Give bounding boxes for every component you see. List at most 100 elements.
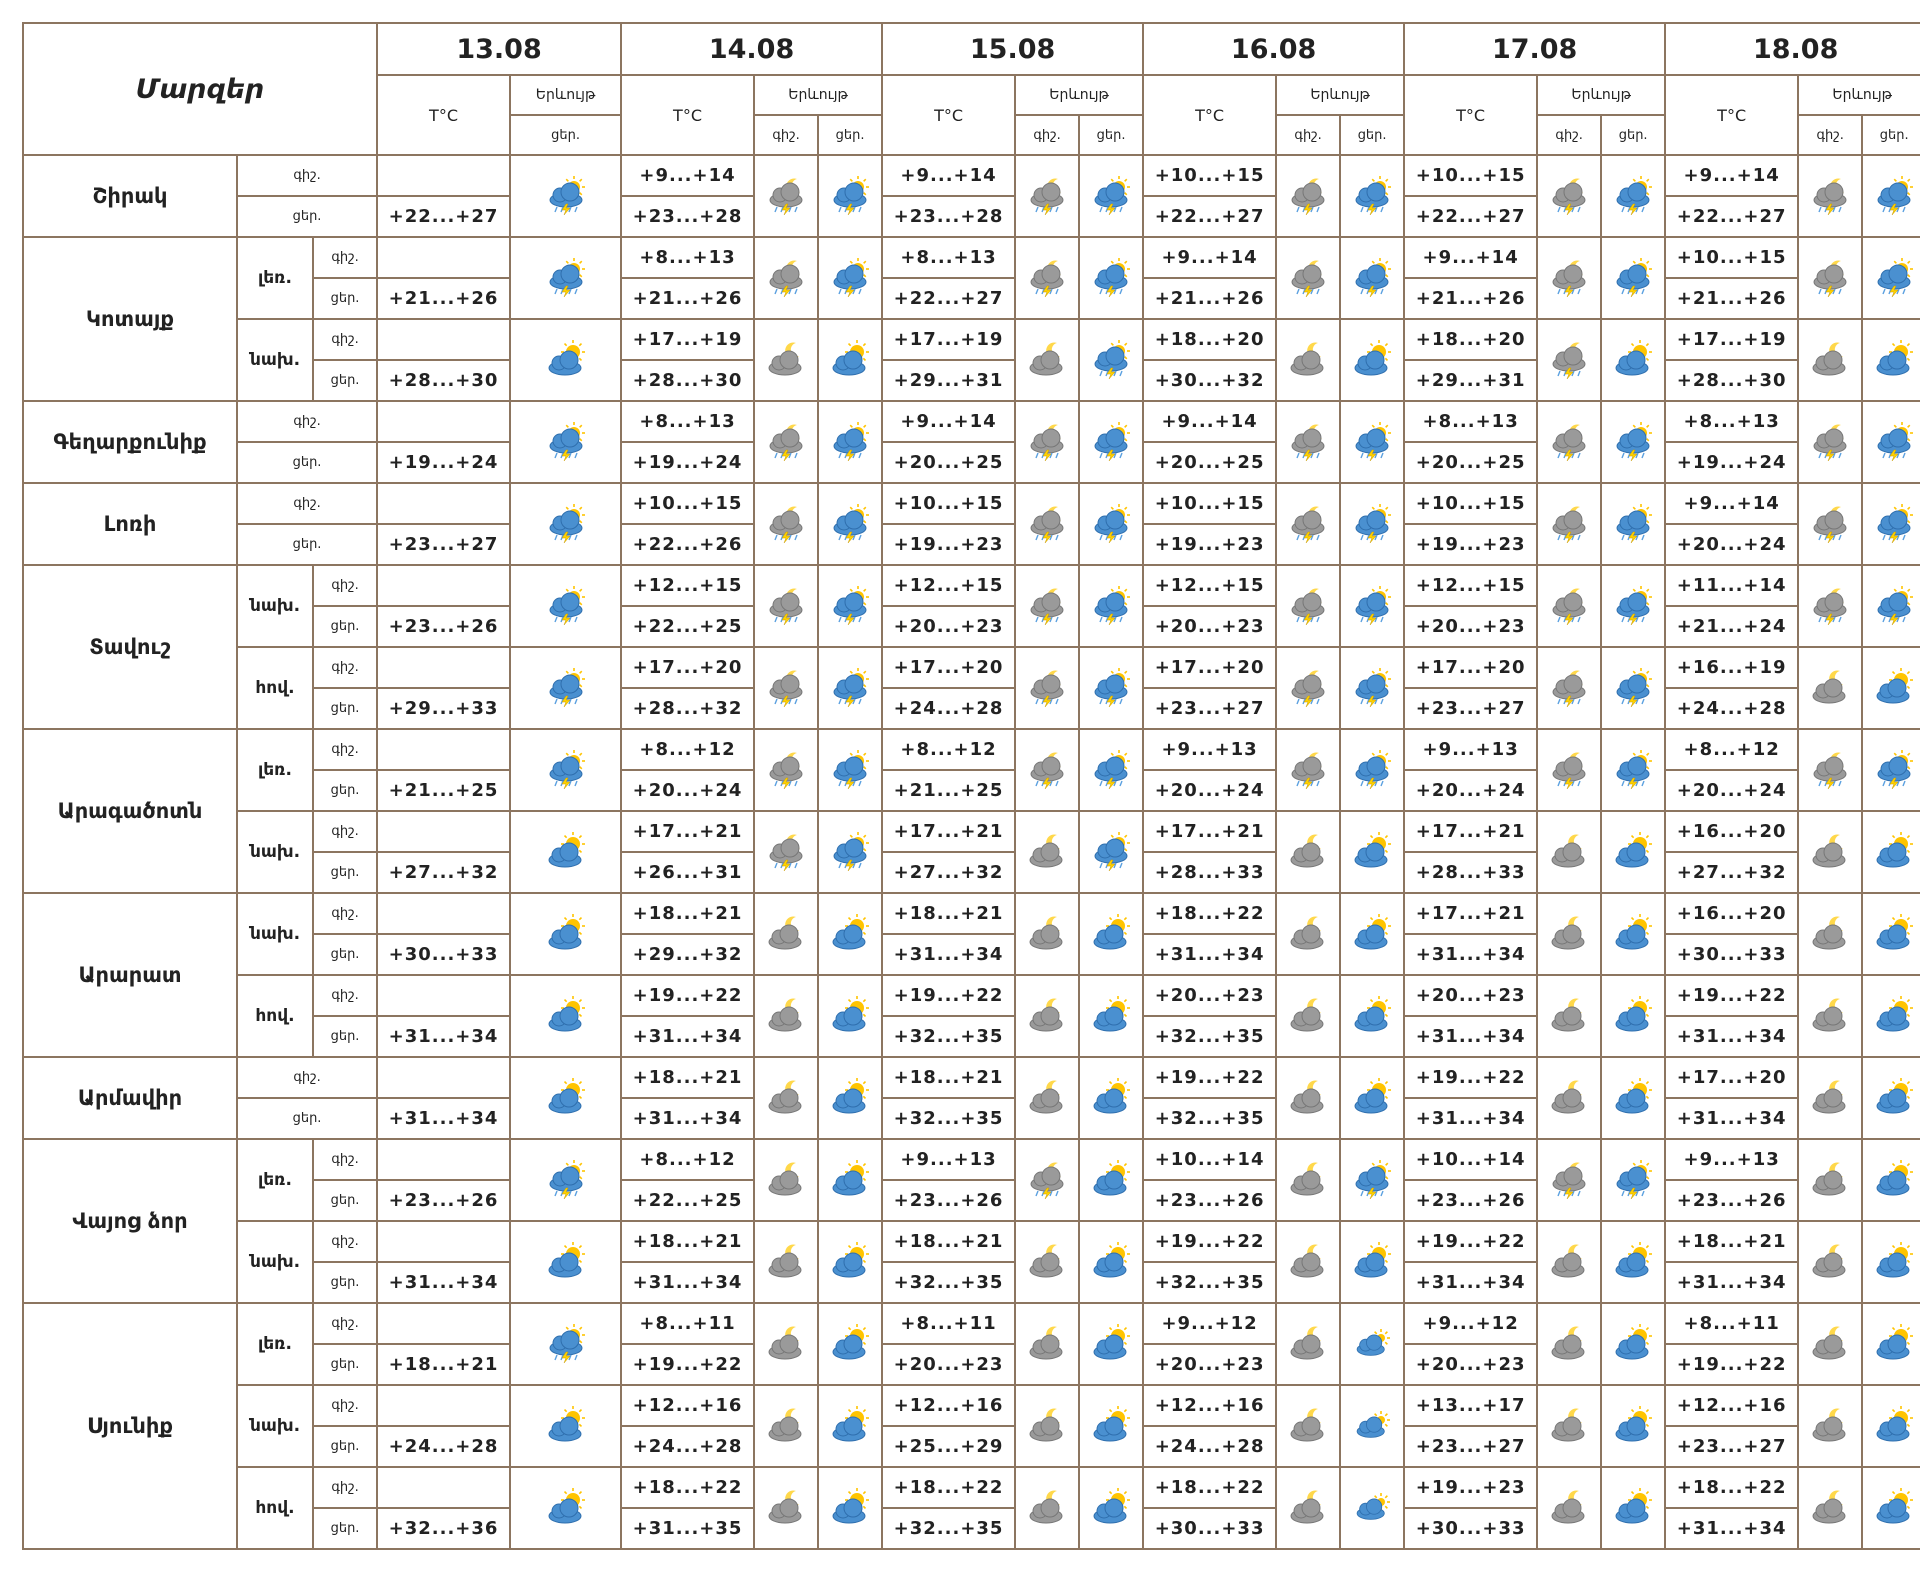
- temperature-cell: +12...+16: [1664, 1384, 1800, 1427]
- temperature-cell: +17...+20: [1142, 646, 1278, 689]
- weather-icon-cell: [1797, 236, 1864, 320]
- weather-icon-cell: [1275, 1056, 1342, 1140]
- temperature-cell: +31...+35: [620, 1507, 756, 1550]
- day-subheader: ցեր.: [1600, 114, 1667, 156]
- temperature-cell: +20...+23: [1142, 1343, 1278, 1386]
- temperature-cell: +12...+16: [881, 1384, 1017, 1427]
- night-label: գիշ.: [311, 646, 379, 689]
- temp-column-header: T°C: [1403, 74, 1539, 156]
- temperature-cell: +17...+21: [881, 810, 1017, 853]
- table-row: Շիրակ գիշ. +9...+14 +9...+14 +10...+15 +10...…: [22, 154, 1920, 238]
- region-name: Տավուշ: [22, 564, 238, 730]
- cloud-sun-icon: [1871, 1324, 1917, 1364]
- temperature-cell: [376, 892, 512, 935]
- weather-icon-cell: [1078, 564, 1145, 648]
- day-label: ցեր.: [235, 441, 379, 484]
- night-subheader: գիշ.: [1275, 114, 1342, 156]
- weather-icon-cell: [817, 564, 884, 648]
- cloud-moon-icon: [1024, 1488, 1070, 1528]
- temperature-cell: +32...+35: [1142, 1261, 1278, 1304]
- weather-icon-cell: [817, 400, 884, 484]
- cloud-sun-icon: [827, 1160, 873, 1200]
- day-subheader: ցեր.: [1861, 114, 1920, 156]
- temperature-cell: +18...+21: [620, 1056, 756, 1099]
- temperature-cell: +8...+13: [881, 236, 1017, 279]
- zone-label: նախ.: [236, 318, 314, 402]
- temperature-cell: +19...+23: [1403, 523, 1539, 566]
- night-label: գիշ.: [235, 154, 379, 197]
- cloud-moon-icon: [1024, 914, 1070, 954]
- weather-icon-cell: [1861, 318, 1920, 402]
- temperature-cell: +8...+13: [1403, 400, 1539, 443]
- storm-day-icon: [827, 422, 873, 462]
- storm-night-icon: [1285, 668, 1331, 708]
- temperature-cell: +22...+27: [1664, 195, 1800, 238]
- regions-header: Մարզեր: [21, 22, 379, 156]
- storm-day-icon: [543, 504, 589, 544]
- temperature-cell: +12...+15: [620, 564, 756, 607]
- temperature-cell: +29...+33: [376, 687, 512, 730]
- zone-label: հով.: [236, 974, 314, 1058]
- weather-icon-cell: [1339, 564, 1406, 648]
- table-row: Տավուշ նախ. գիշ. +12...+15 +12...+15 +12...+1…: [22, 564, 1920, 730]
- weather-icon-cell: [1600, 974, 1667, 1058]
- temperature-cell: +31...+34: [620, 1261, 756, 1304]
- temperature-cell: +18...+22: [1142, 1466, 1278, 1509]
- weather-icon-cell: [1014, 1056, 1081, 1140]
- cloud-moon-icon: [1285, 996, 1331, 1036]
- weather-icon-cell: [1600, 1138, 1667, 1222]
- weather-icon-cell: [509, 400, 623, 484]
- weather-icon-cell: [1078, 1220, 1145, 1304]
- region-name: Լոռի: [22, 482, 238, 566]
- cloud-sun-icon: [1349, 1242, 1395, 1282]
- weather-icon-cell: [1536, 1220, 1603, 1304]
- table-row: հով. գիշ. +18...+22 +18...+22 +18...+22 +19..…: [23, 1466, 1920, 1550]
- temperature-cell: +21...+24: [1664, 605, 1800, 648]
- storm-night-icon: [763, 668, 809, 708]
- cloud-moon-icon: [763, 1160, 809, 1200]
- date-header: 13.08: [376, 22, 623, 76]
- cloud-moon-icon: [1807, 1078, 1853, 1118]
- temperature-cell: +20...+24: [1664, 523, 1800, 566]
- temperature-cell: +23...+26: [1664, 1179, 1800, 1222]
- weather-icon-cell: [509, 1466, 623, 1550]
- night-label: գիշ.: [311, 318, 379, 361]
- cloud-sun-icon: [827, 1406, 873, 1446]
- table-row: Կոտայք լեռ. գիշ. +8...+13 +8...+13 +9...+14 +9…: [22, 236, 1920, 402]
- table-row: նախ. գիշ. +18...+21 +18...+21 +19...+22 +19..…: [23, 1220, 1920, 1304]
- temperature-cell: +11...+14: [1664, 564, 1800, 607]
- night-label: գիշ.: [311, 728, 379, 771]
- temperature-cell: [376, 236, 512, 279]
- weather-icon-cell: [1078, 728, 1145, 812]
- weather-icon-cell: [1797, 974, 1864, 1058]
- storm-night-icon: [1285, 258, 1331, 298]
- date-header: 16.08: [1142, 22, 1406, 76]
- weather-icon-cell: [1014, 810, 1081, 894]
- weather-icon-cell: [1339, 1056, 1406, 1140]
- day-subheader: ցեր.: [509, 114, 623, 156]
- weather-icon-cell: [1861, 728, 1920, 812]
- weather-icon-cell: [1861, 810, 1920, 894]
- storm-day-icon: [1871, 258, 1917, 298]
- temperature-cell: +10...+14: [1142, 1138, 1278, 1181]
- weather-icon-cell: [1861, 1056, 1920, 1140]
- night-label: գիշ.: [311, 892, 379, 935]
- temperature-cell: +9...+14: [620, 154, 756, 197]
- temperature-cell: [376, 318, 512, 361]
- weather-icon-cell: [1536, 892, 1603, 976]
- storm-night-icon: [1546, 422, 1592, 462]
- region-name: Սյունիք: [22, 1302, 238, 1550]
- temperature-cell: +19...+22: [1664, 974, 1800, 1017]
- storm-night-icon: [1546, 504, 1592, 544]
- cloud-moon-icon: [1807, 832, 1853, 872]
- zone-label: հով.: [236, 1466, 314, 1550]
- temperature-cell: +29...+31: [881, 359, 1017, 402]
- weather-icon-cell: [509, 154, 623, 238]
- temperature-cell: +23...+27: [1142, 687, 1278, 730]
- storm-day-icon: [827, 832, 873, 872]
- storm-night-icon: [1285, 422, 1331, 462]
- temperature-cell: +8...+13: [620, 236, 756, 279]
- weather-icon-cell: [817, 1138, 884, 1222]
- cloud-sun-icon: [1349, 914, 1395, 954]
- table-row: Արարատ նախ. գիշ. +18...+21 +18...+21 +18...+2…: [22, 892, 1920, 1058]
